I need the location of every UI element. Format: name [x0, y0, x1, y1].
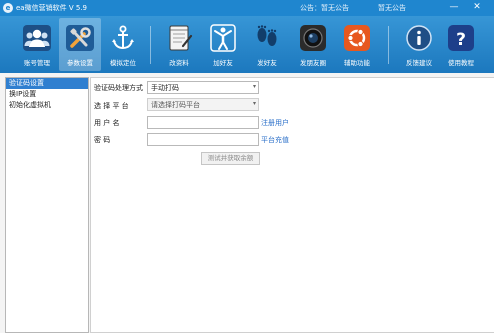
- toolbar-send-friend[interactable]: 发好友: [246, 18, 288, 71]
- platform-select[interactable]: 请选择打码平台 ▾: [147, 98, 259, 111]
- toolbar-label: 反馈建议: [406, 59, 432, 67]
- toolbar-parameter-settings[interactable]: 参数设置: [59, 18, 101, 71]
- camera-lens-icon: [300, 25, 326, 51]
- notice-text: 暂无公告: [378, 4, 406, 12]
- footprints-icon: [257, 25, 277, 46]
- toolbar-label: 参数设置: [67, 59, 93, 67]
- info-icon: [406, 25, 432, 51]
- platform-value: 请选择打码平台: [151, 101, 200, 109]
- toolbar-post-moments[interactable]: 发朋友圈: [292, 18, 334, 71]
- toolbar-auxiliary-functions[interactable]: 辅助功能: [336, 18, 378, 71]
- category-init-vm[interactable]: 初始化虚拟机: [6, 100, 88, 111]
- username-input[interactable]: [147, 116, 259, 129]
- settings-form-panel: 验证码处理方式 手动打码 ▾ 选 择 平 台 请选择打码平台 ▾ 用 户 名 注…: [90, 77, 494, 333]
- toolbar-divider: [388, 26, 389, 64]
- notice-label: 公告：暂无公告: [300, 4, 349, 12]
- notebook-pen-icon: [169, 25, 193, 51]
- platform-recharge-link[interactable]: 平台充值: [261, 135, 289, 145]
- toolbar-label: 发好友: [257, 59, 277, 67]
- app-title: ea微信营销软件 V 5.9: [16, 4, 87, 12]
- captcha-method-label: 验证码处理方式: [94, 84, 143, 92]
- svg-text:?: ?: [456, 30, 466, 50]
- chevron-down-icon: ▾: [252, 100, 256, 107]
- toolbar-simulated-location[interactable]: 模拟定位: [102, 18, 144, 71]
- title-bar: e ea微信营销软件 V 5.9 公告：暂无公告 暂无公告 — ✕: [0, 0, 494, 16]
- captcha-method-select[interactable]: 手动打码 ▾: [147, 81, 259, 94]
- minimize-button[interactable]: —: [447, 2, 461, 13]
- toolbar-label: 改资料: [169, 59, 189, 67]
- tools-icon: [66, 25, 94, 51]
- toolbar-tutorial[interactable]: ? 使用教程: [440, 18, 482, 71]
- toolbar-label: 使用教程: [448, 59, 474, 67]
- category-captcha-settings[interactable]: 验证码设置: [6, 78, 88, 89]
- toolbar-label: 辅助功能: [344, 59, 370, 67]
- platform-label: 选 择 平 台: [94, 102, 129, 110]
- person-raise-icon: [210, 24, 236, 52]
- category-ip-settings[interactable]: 换IP设置: [6, 89, 88, 100]
- captcha-method-value: 手动打码: [151, 84, 179, 92]
- close-button[interactable]: ✕: [470, 2, 484, 13]
- anchor-icon: [112, 25, 134, 50]
- toolbar-label: 模拟定位: [110, 59, 136, 67]
- toolbar-add-friend[interactable]: 加好友: [202, 18, 244, 71]
- register-user-link[interactable]: 注册用户: [261, 118, 289, 128]
- password-label: 密 码: [94, 136, 111, 144]
- toolbar-edit-profile[interactable]: 改资料: [158, 18, 200, 71]
- test-and-get-balance-button[interactable]: 测试并获取余额: [201, 152, 260, 165]
- chevron-down-icon: ▾: [252, 83, 256, 90]
- toolbar-divider: [150, 26, 151, 64]
- main-toolbar: 账号管理 参数设置 模拟定位 改资料 加好友 发好友 发朋友圈 辅助功能 反馈建…: [0, 16, 494, 73]
- ubuntu-icon: [344, 25, 370, 51]
- users-icon: [23, 25, 51, 51]
- toolbar-label: 加好友: [213, 59, 233, 67]
- toolbar-account-management[interactable]: 账号管理: [16, 18, 58, 71]
- help-icon: ?: [448, 25, 474, 51]
- toolbar-feedback[interactable]: 反馈建议: [398, 18, 440, 71]
- settings-category-list: 验证码设置 换IP设置 初始化虚拟机: [5, 77, 89, 333]
- username-label: 用 户 名: [94, 119, 120, 127]
- toolbar-label: 账号管理: [24, 59, 50, 67]
- app-logo-icon: e: [3, 3, 13, 13]
- toolbar-label: 发朋友圈: [300, 59, 326, 67]
- main-window: e ea微信营销软件 V 5.9 公告：暂无公告 暂无公告 — ✕ 账号管理 参…: [0, 0, 494, 333]
- password-input[interactable]: [147, 133, 259, 146]
